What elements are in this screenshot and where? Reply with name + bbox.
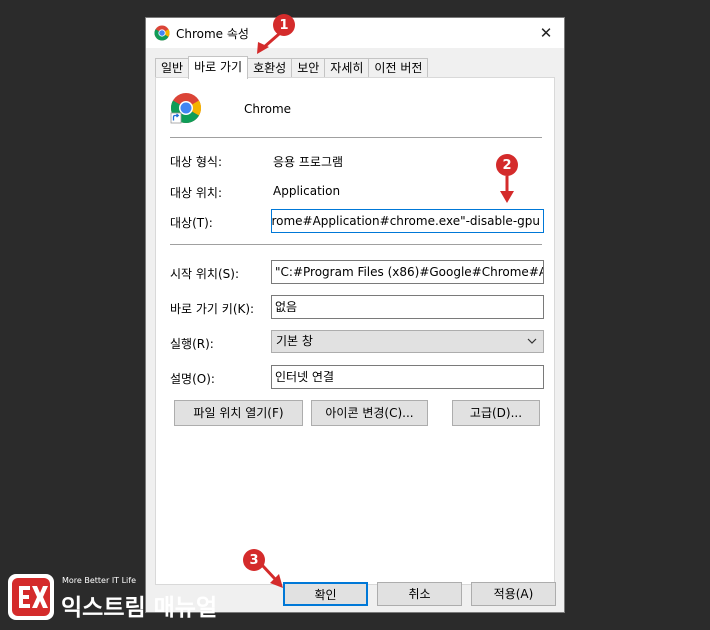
divider bbox=[170, 244, 542, 245]
target-location-value: Application bbox=[273, 184, 341, 198]
start-in-input[interactable]: "C:#Program Files (x86)#Google#Chrome#Ap… bbox=[271, 260, 544, 284]
target-label: 대상(T): bbox=[170, 216, 213, 230]
change-icon-button[interactable]: 아이콘 변경(C)... bbox=[311, 400, 428, 426]
run-select-value: 기본 창 bbox=[276, 334, 313, 348]
tab-details[interactable]: 자세히 bbox=[324, 58, 370, 78]
target-input-text: #Chrome#Application#chrome.exe"-disable-… bbox=[271, 214, 540, 228]
tab-previous-versions[interactable]: 이전 버전 bbox=[368, 58, 429, 78]
properties-dialog: Chrome 속성 ✕ 일반 바로 가기 호환성 보안 자세히 이전 버전 Ch… bbox=[145, 17, 565, 613]
chevron-down-icon bbox=[527, 338, 537, 344]
tab-general[interactable]: 일반 bbox=[155, 58, 190, 78]
tab-compatibility[interactable]: 호환성 bbox=[247, 58, 293, 78]
window-title: Chrome 속성 bbox=[176, 27, 249, 41]
comment-label: 설명(O): bbox=[170, 372, 215, 386]
advanced-button[interactable]: 고급(D)... bbox=[452, 400, 540, 426]
shortcut-key-label: 바로 가기 키(K): bbox=[170, 302, 255, 316]
ok-button[interactable]: 확인 bbox=[283, 582, 368, 606]
apply-button[interactable]: 적용(A) bbox=[471, 582, 556, 606]
open-file-location-button[interactable]: 파일 위치 열기(F) bbox=[174, 400, 303, 426]
run-label: 실행(R): bbox=[170, 337, 214, 351]
app-name: Chrome bbox=[244, 102, 292, 116]
chrome-shortcut-icon bbox=[170, 93, 202, 124]
cancel-button[interactable]: 취소 bbox=[377, 582, 462, 606]
divider bbox=[170, 137, 542, 138]
tab-strip: 일반 바로 가기 호환성 보안 자세히 이전 버전 bbox=[155, 56, 429, 79]
tab-shortcut[interactable]: 바로 가기 bbox=[188, 56, 249, 79]
logo-icon bbox=[8, 574, 54, 620]
close-button[interactable]: ✕ bbox=[528, 18, 564, 48]
step-marker-3: 3 bbox=[243, 549, 265, 571]
start-in-label: 시작 위치(S): bbox=[170, 267, 239, 281]
watermark-logo: More Better IT Life 익스트림 매뉴얼 bbox=[8, 572, 217, 622]
step-marker-1: 1 bbox=[273, 14, 295, 36]
step-marker-2: 2 bbox=[496, 154, 518, 176]
watermark-subtitle: More Better IT Life bbox=[62, 576, 137, 585]
watermark-title: 익스트림 매뉴얼 bbox=[61, 595, 218, 621]
run-select[interactable]: 기본 창 bbox=[271, 330, 544, 353]
comment-input[interactable]: 인터넷 연결 bbox=[271, 365, 544, 389]
tab-security[interactable]: 보안 bbox=[291, 58, 326, 78]
shortcut-panel: Chrome 대상 형식: 응용 프로그램 대상 위치: Application… bbox=[155, 77, 555, 585]
logo-glyph bbox=[12, 578, 50, 616]
target-input[interactable]: #Chrome#Application#chrome.exe"-disable-… bbox=[271, 209, 544, 233]
shortcut-key-input[interactable]: 없음 bbox=[271, 295, 544, 319]
chrome-icon bbox=[154, 25, 170, 41]
title-bar: Chrome 속성 ✕ bbox=[146, 18, 564, 48]
target-type-value: 응용 프로그램 bbox=[273, 155, 344, 169]
target-type-label: 대상 형식: bbox=[170, 155, 223, 169]
target-location-label: 대상 위치: bbox=[170, 186, 223, 200]
